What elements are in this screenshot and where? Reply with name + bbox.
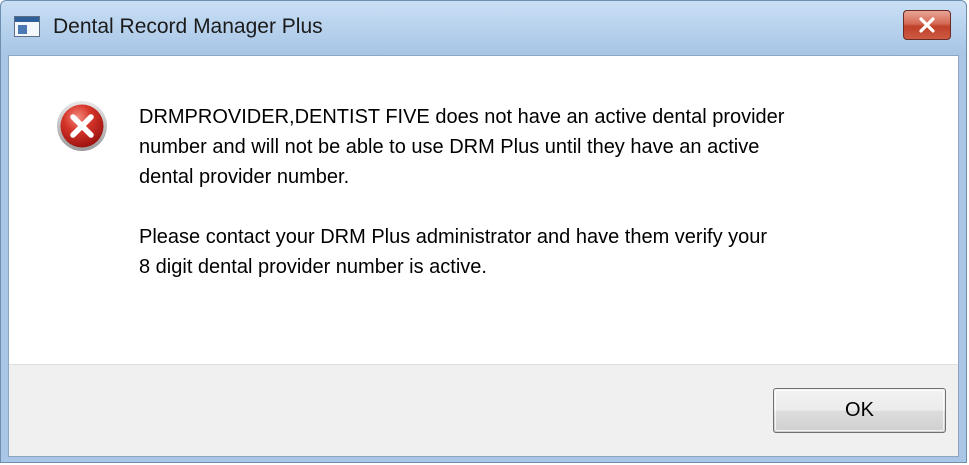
dialog-client-area: DRMPROVIDER,DENTIST FIVE does not have a… [8, 55, 959, 457]
ok-button[interactable]: OK [773, 388, 946, 433]
close-icon [919, 17, 935, 33]
title-bar[interactable]: Dental Record Manager Plus [1, 1, 966, 55]
error-icon [57, 101, 107, 151]
error-message: DRMPROVIDER,DENTIST FIVE does not have a… [139, 102, 929, 312]
message-paragraph-2: Please contact your DRM Plus administrat… [139, 226, 768, 278]
app-window-icon [14, 16, 40, 37]
window-title: Dental Record Manager Plus [53, 15, 323, 38]
close-button[interactable] [903, 10, 951, 40]
message-paragraph-1: DRMPROVIDER,DENTIST FIVE does not have a… [139, 106, 785, 188]
message-area: DRMPROVIDER,DENTIST FIVE does not have a… [9, 56, 958, 364]
button-bar: OK [9, 364, 958, 456]
dialog-window: Dental Record Manager Plus DRMPROVIDER,D… [0, 0, 967, 463]
